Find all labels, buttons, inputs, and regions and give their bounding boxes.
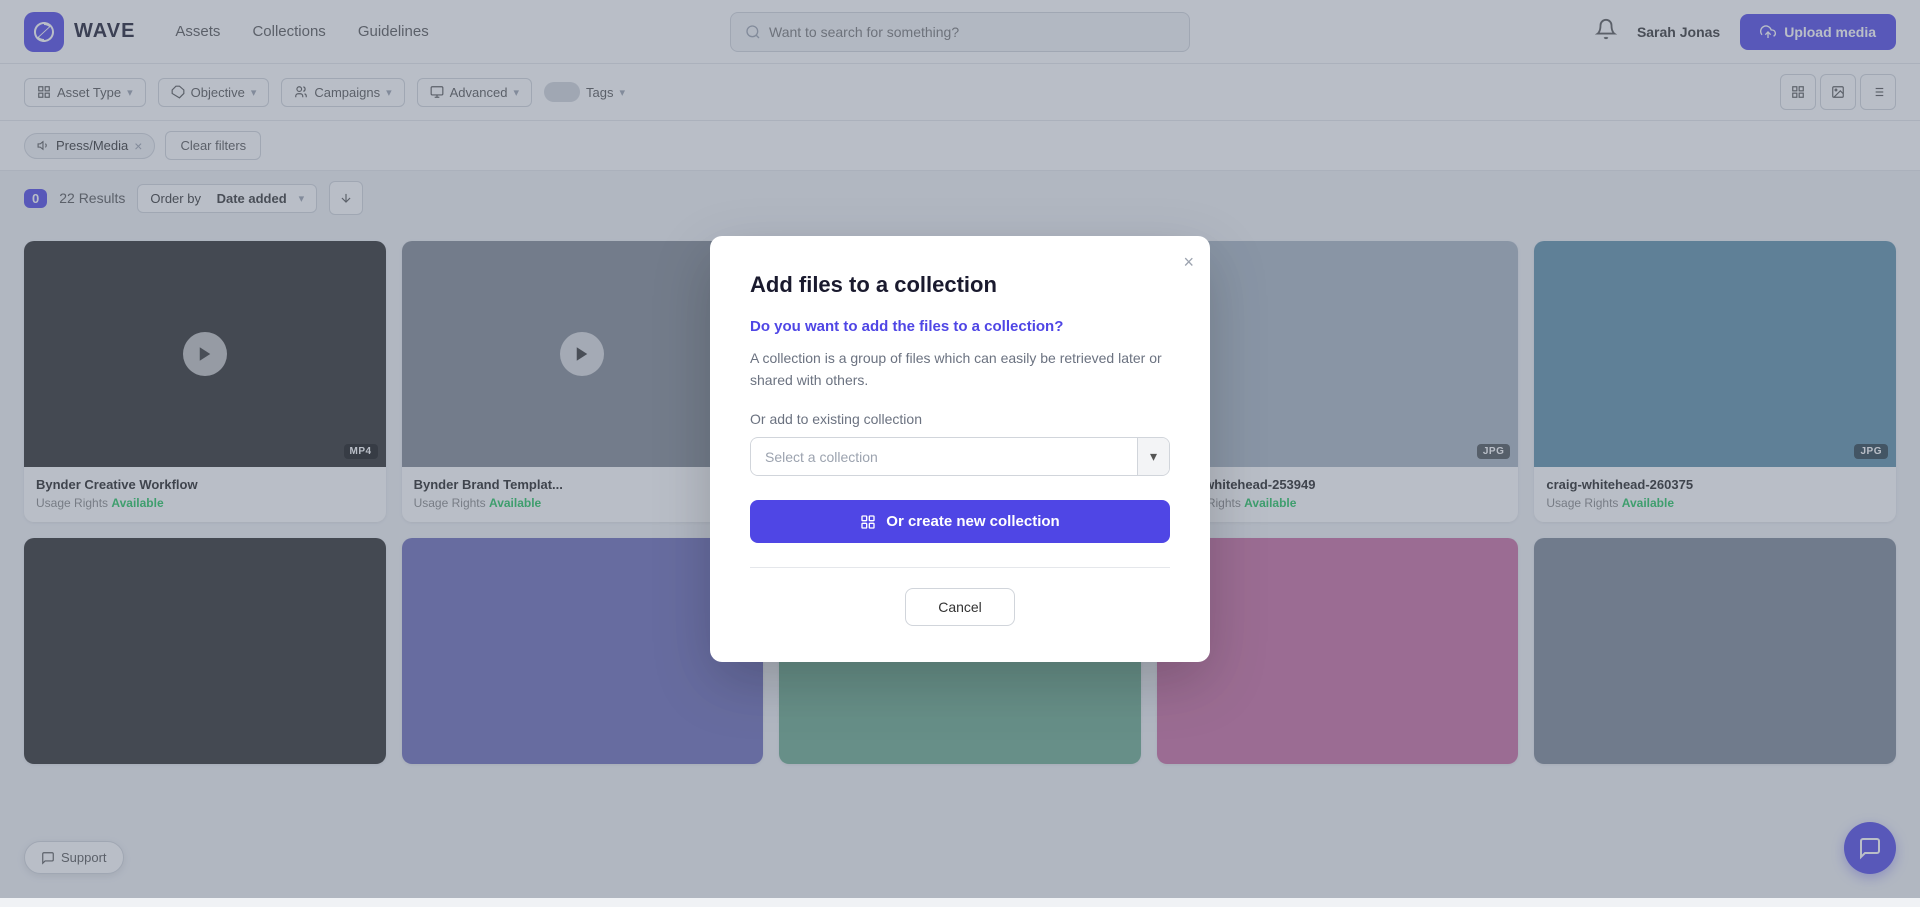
collection-dropdown-arrow[interactable]: ▾ — [1137, 438, 1169, 475]
add-to-collection-modal: × Add files to a collection Do you want … — [710, 236, 1210, 663]
modal-title: Add files to a collection — [750, 272, 1170, 298]
create-new-collection-button[interactable]: Or create new collection — [750, 500, 1170, 543]
modal-close-button[interactable]: × — [1183, 252, 1194, 273]
collection-dropdown[interactable]: Select a collection — [751, 439, 1137, 475]
modal-description: A collection is a group of files which c… — [750, 347, 1170, 392]
modal-or-label: Or add to existing collection — [750, 411, 1170, 427]
modal-cancel-button[interactable]: Cancel — [905, 588, 1015, 626]
create-collection-icon — [860, 514, 876, 530]
modal-subtitle: Do you want to add the files to a collec… — [750, 318, 1170, 335]
modal-overlay[interactable]: × Add files to a collection Do you want … — [0, 0, 1920, 898]
collection-select[interactable]: Select a collection ▾ — [750, 437, 1170, 476]
modal-divider — [750, 567, 1170, 568]
